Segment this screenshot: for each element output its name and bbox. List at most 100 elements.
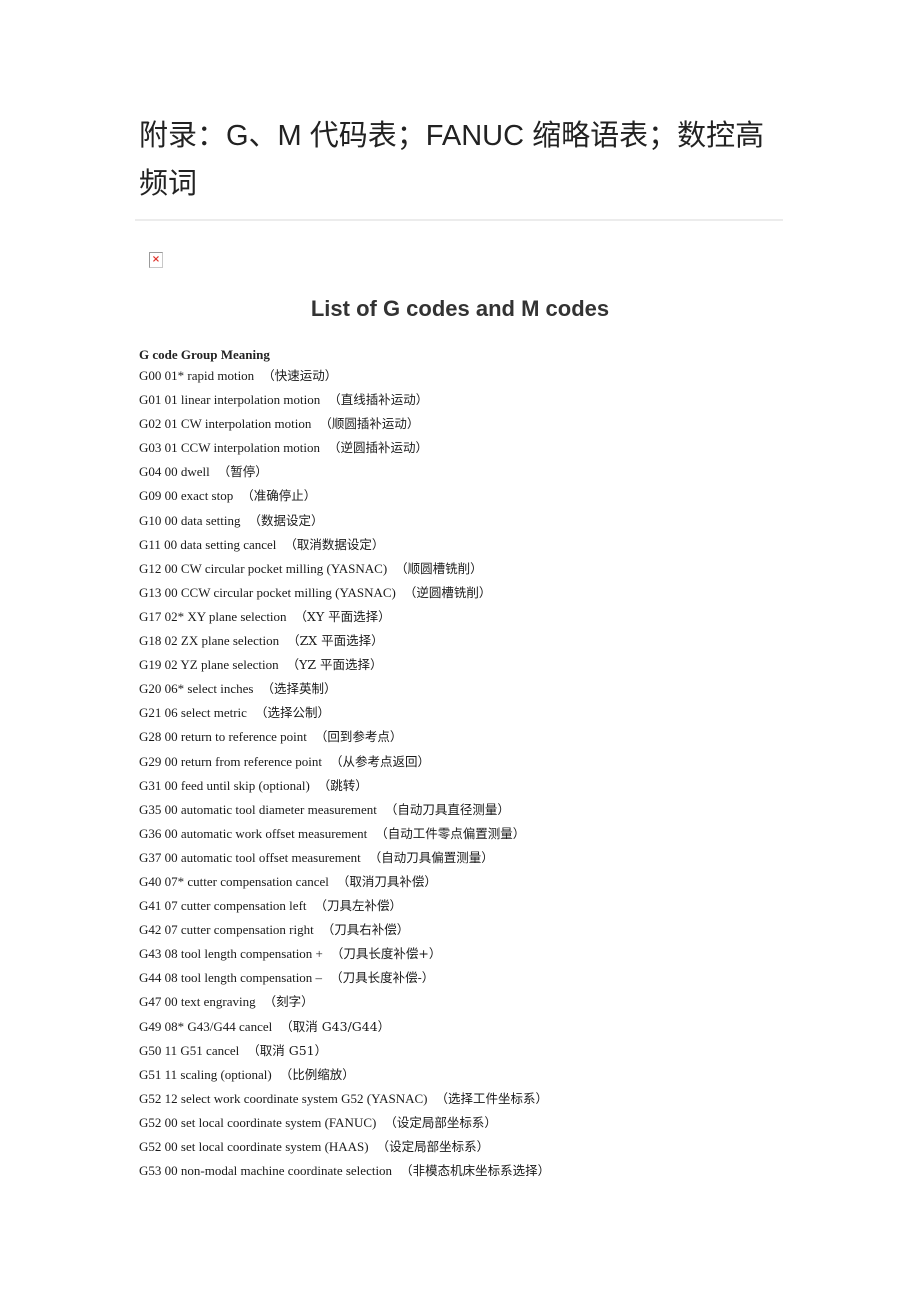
code-translation: （顺圆槽铣削） <box>395 560 483 576</box>
code-translation: （选择公制） <box>254 705 330 721</box>
code-row: G47 00 text engraving （刻字） <box>139 992 550 1016</box>
code-translation: （XY 平面选择） <box>294 608 391 624</box>
broken-image-icon: × <box>149 252 163 268</box>
code-translation: （非模态机床坐标系选择） <box>400 1163 551 1179</box>
code-row: G02 01 CW interpolation motion （顺圆插补运动） <box>139 414 550 438</box>
code-row: G36 00 automatic work offset measurement… <box>139 824 550 848</box>
code-row: G18 02 ZX plane selection （ZX 平面选择） <box>139 631 550 655</box>
code-translation: （取消刀具补偿） <box>336 873 437 889</box>
code-row: G19 02 YZ plane selection （YZ 平面选择） <box>139 655 550 679</box>
code-row: G11 00 data setting cancel （取消数据设定） <box>139 535 550 559</box>
code-row: G21 06 select metric （选择公制） <box>139 703 550 727</box>
code-description: G51 11 scaling (optional) <box>139 1066 272 1082</box>
code-row: G03 01 CCW interpolation motion （逆圆插补运动） <box>139 438 550 462</box>
code-description: G31 00 feed until skip (optional) <box>139 777 310 793</box>
code-description: G37 00 automatic tool offset measurement <box>139 849 361 865</box>
code-description: G43 08 tool length compensation + <box>139 946 323 962</box>
code-translation: （暂停） <box>217 464 268 480</box>
code-row: G49 08* G43/G44 cancel （取消 G43/G44） <box>139 1017 550 1041</box>
code-description: G17 02* XY plane selection <box>139 608 287 624</box>
code-translation: （刀具右补偿） <box>321 922 410 938</box>
code-description: G18 02 ZX plane selection <box>139 633 280 649</box>
code-description: G50 11 G51 cancel <box>139 1042 240 1058</box>
code-translation: （自动工件零点偏置测量） <box>375 825 526 841</box>
broken-image-glyph: × <box>151 254 161 265</box>
code-row: G51 11 scaling (optional) （比例缩放） <box>139 1065 550 1089</box>
code-row: G10 00 data setting （数据设定） <box>139 511 550 535</box>
code-translation: （跳转） <box>317 777 368 793</box>
code-description: G35 00 automatic tool diameter measureme… <box>139 801 377 817</box>
code-description: G52 12 select work coordinate system G52… <box>139 1090 428 1106</box>
code-translation: （从参考点返回） <box>330 753 431 769</box>
code-description: G03 01 CCW interpolation motion <box>139 440 321 456</box>
code-description: G29 00 return from reference point <box>139 753 323 769</box>
code-description: G20 06* select inches <box>139 681 254 697</box>
divider <box>135 219 783 221</box>
code-translation: （自动刀具偏置测量） <box>368 849 494 865</box>
code-description: G12 00 CW circular pocket milling (YASNA… <box>139 560 388 576</box>
code-row: G37 00 automatic tool offset measurement… <box>139 848 550 872</box>
code-row: G01 01 linear interpolation motion （直线插补运… <box>139 390 550 414</box>
code-row: G28 00 return to reference point （回到参考点） <box>139 727 550 751</box>
code-translation: （自动刀具直径测量） <box>384 801 510 817</box>
code-description: G04 00 dwell <box>139 464 210 480</box>
code-translation: （设定局部坐标系） <box>384 1114 497 1130</box>
code-description: G47 00 text engraving <box>139 994 256 1010</box>
code-row: G44 08 tool length compensation – （刀具长度补偿… <box>139 968 550 992</box>
code-description: G09 00 exact stop <box>139 488 234 504</box>
code-row: G52 12 select work coordinate system G52… <box>139 1089 550 1113</box>
code-translation: （直线插补运动） <box>328 392 429 408</box>
code-translation: （YZ 平面选择） <box>286 657 383 673</box>
code-row: G35 00 automatic tool diameter measureme… <box>139 800 550 824</box>
code-translation: （刻字） <box>263 994 314 1010</box>
code-description: G00 01* rapid motion <box>139 368 255 383</box>
code-description: G11 00 data setting cancel <box>139 536 277 552</box>
code-translation: （比例缩放） <box>279 1066 355 1082</box>
code-translation: （ZX 平面选择） <box>287 633 384 649</box>
code-description: G28 00 return to reference point <box>139 729 307 745</box>
code-description: G42 07 cutter compensation right <box>139 922 314 938</box>
code-row: G09 00 exact stop （准确停止） <box>139 486 550 510</box>
code-description: G10 00 data setting <box>139 512 241 528</box>
code-row: G00 01* rapid motion （快速运动） <box>139 366 550 390</box>
code-row: G04 00 dwell （暂停） <box>139 462 550 486</box>
code-translation: （刀具左补偿） <box>314 898 403 914</box>
code-translation: （逆圆槽铣削） <box>403 584 492 600</box>
code-description: G36 00 automatic work offset measurement <box>139 825 368 841</box>
code-description: G40 07* cutter compensation cancel <box>139 873 329 889</box>
code-description: G01 01 linear interpolation motion <box>139 392 321 408</box>
table-header: G code Group Meaning <box>139 347 270 362</box>
code-description: G52 00 set local coordinate system (FANU… <box>139 1114 377 1130</box>
code-translation: （刀具长度补偿+） <box>330 946 442 962</box>
code-row: G42 07 cutter compensation right （刀具右补偿） <box>139 920 550 944</box>
code-translation: （取消 G43/G44） <box>280 1018 391 1034</box>
list-title: List of G codes and M codes <box>310 296 610 321</box>
code-description: G53 00 non-modal machine coordinate sele… <box>139 1163 393 1179</box>
code-description: G41 07 cutter compensation left <box>139 898 307 914</box>
code-translation: （刀具长度补偿-） <box>330 970 435 986</box>
page-title: 附录：G、M 代码表；FANUC 缩略语表；数控高频词 <box>139 120 765 200</box>
code-row: G53 00 non-modal machine coordinate sele… <box>139 1161 550 1185</box>
code-description: G19 02 YZ plane selection <box>139 657 279 673</box>
code-description: G13 00 CCW circular pocket milling (YASN… <box>139 584 396 600</box>
code-row: G50 11 G51 cancel （取消 G51） <box>139 1041 550 1065</box>
code-row: G52 00 set local coordinate system (HAAS… <box>139 1137 550 1161</box>
code-translation: （准确停止） <box>241 488 317 504</box>
code-description: G44 08 tool length compensation – <box>139 970 323 986</box>
code-translation: （选择英制） <box>261 681 337 697</box>
code-translation: （取消数据设定） <box>284 536 385 552</box>
code-translation: （数据设定） <box>248 512 324 528</box>
code-translation: （快速运动） <box>262 368 338 383</box>
code-translation: （逆圆插补运动） <box>328 440 429 456</box>
code-description: G02 01 CW interpolation motion <box>139 416 312 432</box>
code-description: G49 08* G43/G44 cancel <box>139 1018 273 1034</box>
code-translation: （取消 G51） <box>247 1042 328 1058</box>
code-row: G40 07* cutter compensation cancel （取消刀具补… <box>139 872 550 896</box>
code-list: G00 01* rapid motion （快速运动） G01 01 linear … <box>139 366 550 1185</box>
code-translation: （回到参考点） <box>314 729 403 745</box>
code-row: G52 00 set local coordinate system (FANU… <box>139 1113 550 1137</box>
code-row: G17 02* XY plane selection （XY 平面选择） <box>139 607 550 631</box>
code-row: G13 00 CCW circular pocket milling (YASN… <box>139 583 550 607</box>
code-description: G21 06 select metric <box>139 705 247 721</box>
code-row: G12 00 CW circular pocket milling (YASNA… <box>139 559 550 583</box>
